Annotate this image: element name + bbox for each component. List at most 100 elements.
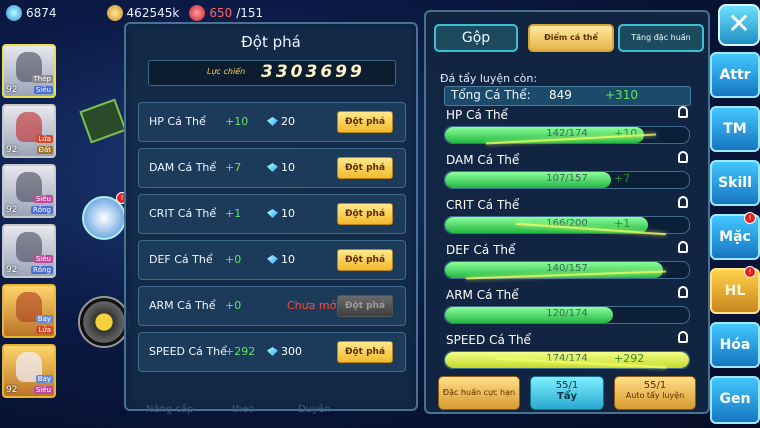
notification-badge: ! — [744, 266, 756, 278]
coin-count: 6874 — [26, 6, 57, 20]
coin-icon — [6, 5, 22, 21]
pokemon-type-1: Siêu — [33, 195, 53, 203]
bottom-tab-upgrade[interactable]: Nâng cấp — [146, 404, 193, 415]
stat-bonus: +1 — [225, 207, 242, 220]
wash-button[interactable]: 55/1 Tẩy — [530, 376, 604, 410]
pokemon-slot[interactable]: Lửa Đất 92 — [2, 104, 56, 158]
breakthrough-panel: Đột phá Lực chiến 3303699 HP Cá Thể +10 … — [124, 22, 418, 411]
gold-count: 462545k — [126, 6, 180, 20]
stat-progress-bar: 166/200 — [444, 216, 690, 234]
pokemon-type-1: Bay — [35, 315, 53, 323]
locked-text: Chưa mở — [287, 299, 337, 312]
cost-value: 10 — [281, 161, 295, 174]
pokemon-level: 92 — [6, 265, 18, 275]
cost-value: 300 — [281, 345, 302, 358]
combat-power-label: Lực chiến — [207, 67, 246, 76]
gear-icon[interactable] — [78, 296, 130, 348]
breakthrough-button[interactable]: Đột phá — [337, 157, 393, 179]
gem-cost: 300 — [267, 345, 302, 358]
lock-icon[interactable] — [678, 151, 688, 163]
coin-resource: 6874 — [6, 5, 57, 21]
side-button-attr[interactable]: Attr — [710, 52, 760, 98]
gold-resource: 462545k — [106, 5, 180, 21]
total-label: Tổng Cá Thể: — [451, 88, 531, 102]
side-button-gen[interactable]: Gen — [710, 376, 760, 424]
stat-name: DEF Cá Thể — [149, 253, 213, 266]
tab-merge[interactable]: Gộp — [434, 24, 518, 52]
lock-icon[interactable] — [678, 331, 688, 343]
stat-name: SPEED Cá Thể — [149, 345, 227, 358]
extreme-training-button[interactable]: Đặc huấn cực hạn — [438, 376, 520, 410]
stamina-max: /151 — [236, 6, 264, 20]
pokemon-type-2: Siêu — [33, 386, 53, 394]
side-button-tm[interactable]: TM — [710, 106, 760, 152]
breakthrough-button[interactable]: Đột phá — [337, 249, 393, 271]
breakthrough-button[interactable]: Đột phá — [337, 111, 393, 133]
item-card-icon[interactable] — [79, 98, 127, 144]
stat-delta: +7 — [614, 172, 631, 185]
stat-bonus: +0 — [225, 253, 242, 266]
stat-name: DEF Cá Thể — [446, 243, 516, 257]
wash-count: 55/1 — [555, 380, 579, 391]
stat-name: SPEED Cá Thể — [446, 333, 531, 347]
breakthrough-button[interactable]: Đột phá — [337, 203, 393, 225]
pokemon-slot[interactable]: Siêu Rồng 92 — [2, 224, 56, 278]
stat-delta: +10 — [614, 127, 638, 140]
stat-row-dam: DAM Cá Thể 107/157 +7 — [444, 151, 694, 193]
breakthrough-button[interactable]: Đột phá — [337, 341, 393, 363]
tab-special-training[interactable]: Tăng đặc huấn — [618, 24, 704, 52]
gem-cost: 10 — [267, 207, 295, 220]
stat-bonus: +7 — [225, 161, 242, 174]
breakthrough-row-crit: CRIT Cá Thể +1 10 Đột phá — [138, 194, 406, 234]
lock-icon[interactable] — [678, 106, 688, 118]
pokemon-type-2: Rồng — [30, 266, 53, 274]
total-delta: +310 — [605, 88, 638, 102]
pokemon-level: 92 — [6, 385, 18, 395]
bottom-tab-follow[interactable]: theo — [232, 404, 255, 415]
stamina-icon — [189, 5, 206, 21]
lock-icon[interactable] — [678, 196, 688, 208]
side-button-skill[interactable]: Skill — [710, 160, 760, 206]
side-button-transform[interactable]: Hóa — [710, 322, 760, 368]
notification-badge: ! — [744, 212, 756, 224]
stat-name: DAM Cá Thể — [446, 153, 520, 167]
pokemon-type-2: Rồng — [30, 206, 53, 214]
stat-name: HP Cá Thể — [446, 108, 508, 122]
stat-name: CRIT Cá Thể — [446, 198, 520, 212]
cost-value: 10 — [281, 253, 295, 266]
breakthrough-row-dam: DAM Cá Thể +7 10 Đột phá — [138, 148, 406, 188]
auto-wash-count: 55/1 — [643, 380, 667, 391]
bottom-tab-bond[interactable]: Duyên — [298, 404, 330, 415]
lock-icon[interactable] — [678, 241, 688, 253]
stat-name: HP Cá Thể — [149, 115, 206, 128]
stat-bonus: +10 — [225, 115, 249, 128]
pokemon-type-1: Bay — [35, 375, 53, 383]
breakthrough-row-hp: HP Cá Thể +10 20 Đột phá — [138, 102, 406, 142]
breakthrough-row-speed: SPEED Cá Thể +292 300 Đột phá — [138, 332, 406, 372]
stat-delta: +1 — [614, 217, 631, 230]
pokemon-slot[interactable]: Siêu Rồng 92 — [2, 164, 56, 218]
gem-cost: 20 — [267, 115, 295, 128]
pokemon-slot[interactable]: Bay Siêu 92 — [2, 344, 56, 398]
close-button[interactable]: ✕ — [718, 4, 760, 46]
lock-icon[interactable] — [678, 286, 688, 298]
diamond-icon — [267, 209, 278, 218]
stat-row-hp: HP Cá Thể 142/174 +10 — [444, 106, 694, 148]
total-value: 849 — [549, 88, 572, 102]
auto-wash-button[interactable]: 55/1 Auto tẩy luyện — [614, 376, 696, 410]
stat-value: 107/157 — [546, 173, 588, 184]
gem-cost: 10 — [267, 253, 295, 266]
panel-title: Đột phá — [241, 33, 301, 51]
stat-row-arm: ARM Cá Thể 120/174 — [444, 286, 694, 328]
pokemon-slot[interactable]: Thép Siêu 92 — [2, 44, 56, 98]
breakthrough-row-def: DEF Cá Thể +0 10 Đột phá — [138, 240, 406, 280]
tab-individual-points[interactable]: Điểm cá thể — [528, 24, 614, 52]
pokemon-slot[interactable]: Bay Lửa — [2, 284, 56, 338]
breakthrough-row-arm: ARM Cá Thể +0 Chưa mở Đột phá — [138, 286, 406, 326]
stat-progress-bar: 107/157 — [444, 171, 690, 189]
pokemon-list: Thép Siêu 92 Lửa Đất 92 Siêu Rồng 92 Siê… — [2, 44, 58, 404]
combat-power: Lực chiến 3303699 — [148, 60, 396, 86]
stat-name: DAM Cá Thể — [149, 161, 217, 174]
stamina-count: 650 — [209, 6, 233, 20]
stat-bonus: +292 — [225, 345, 256, 358]
